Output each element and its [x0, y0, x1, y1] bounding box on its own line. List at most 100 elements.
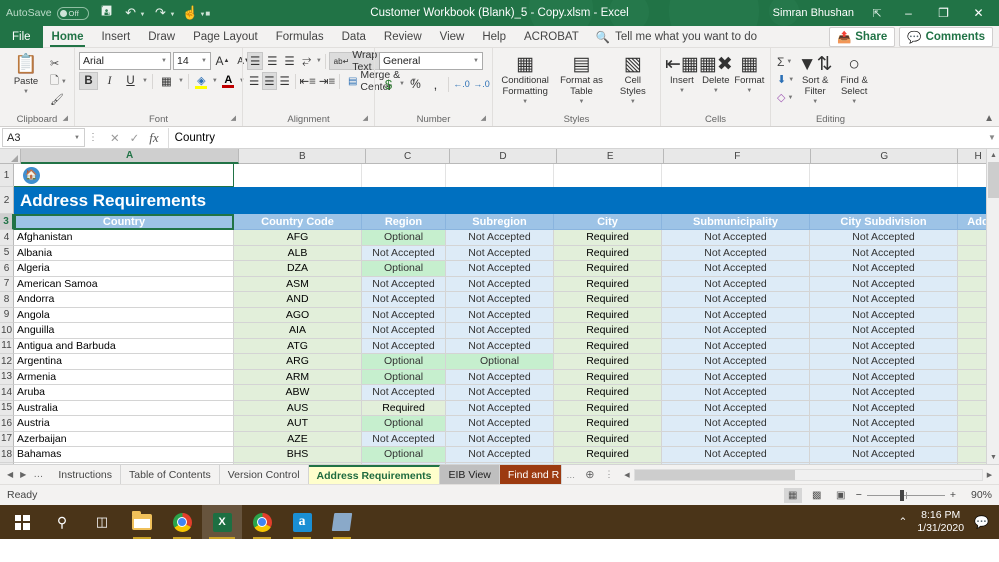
formula-input[interactable]: Country — [168, 128, 985, 148]
previous-sheet-icon[interactable]: ◀ — [7, 470, 13, 479]
cell-F2[interactable] — [662, 187, 810, 214]
vertical-scrollbar[interactable]: ▲ ▼ — [986, 149, 999, 464]
cell-E18[interactable]: Required — [554, 447, 662, 463]
cell-F14[interactable]: Not Accepted — [662, 385, 810, 401]
increase-indent-icon[interactable]: ⇥≡ — [318, 72, 336, 90]
cell-D15[interactable]: Not Accepted — [446, 401, 554, 417]
chevron-down-icon[interactable]: ▼ — [473, 58, 479, 64]
column-header-F[interactable]: F — [664, 149, 811, 164]
page-break-preview-icon[interactable]: ▣ — [832, 488, 850, 503]
cell-A11[interactable]: Antigua and Barbuda — [14, 339, 234, 355]
column-header-E[interactable]: E — [557, 149, 664, 164]
cell-E7[interactable]: Required — [554, 277, 662, 293]
cell-G2[interactable] — [810, 187, 958, 214]
align-bottom-icon[interactable]: ☰ — [281, 52, 297, 70]
cell-E13[interactable]: Required — [554, 370, 662, 386]
cell-D9[interactable]: Not Accepted — [446, 308, 554, 324]
cell-E17[interactable]: Required — [554, 432, 662, 448]
cell-E4[interactable]: Required — [554, 230, 662, 246]
cell-F18[interactable]: Not Accepted — [662, 447, 810, 463]
tab-data[interactable]: Data — [333, 26, 375, 48]
cell-F9[interactable]: Not Accepted — [662, 308, 810, 324]
cancel-formula-icon[interactable]: ✕ — [110, 131, 120, 145]
cell-D2[interactable] — [446, 187, 554, 214]
underline-dropdown-icon[interactable]: ▼ — [142, 78, 148, 84]
row-header-12[interactable]: 12 — [0, 354, 14, 370]
row-header-3[interactable]: 3 — [0, 214, 14, 230]
cell-F6[interactable]: Not Accepted — [662, 261, 810, 277]
tell-me-search[interactable]: 🔍 Tell me what you want to do — [588, 26, 765, 47]
cell-A6[interactable]: Algeria — [14, 261, 234, 277]
row-header-15[interactable]: 15 — [0, 401, 14, 417]
cell-E9[interactable]: Required — [554, 308, 662, 324]
cell-F12[interactable]: Not Accepted — [662, 354, 810, 370]
customize-qat-icon[interactable]: ■ — [205, 9, 210, 18]
cell-G4[interactable]: Not Accepted — [810, 230, 958, 246]
currency-button[interactable]: $ — [379, 75, 398, 93]
zoom-out-button[interactable]: − — [856, 489, 862, 501]
zoom-track[interactable] — [867, 495, 945, 496]
cell-F4[interactable]: Not Accepted — [662, 230, 810, 246]
increase-font-size-button[interactable]: A▲ — [213, 52, 232, 70]
cell-B2[interactable] — [234, 187, 362, 214]
insert-cells-button[interactable]: ⇤▦ Insert ▼ — [665, 52, 699, 97]
fill-button[interactable]: ⬇▼ — [775, 71, 796, 88]
cell-D19[interactable]: Not Accepted — [446, 463, 554, 465]
comma-button[interactable]: , — [426, 75, 445, 93]
chevron-down-icon[interactable]: ▼ — [786, 59, 792, 65]
cell-D3[interactable]: Subregion — [446, 214, 554, 230]
autosave-switch[interactable]: Off — [57, 7, 89, 20]
font-color-button[interactable]: A — [220, 74, 237, 88]
column-header-G[interactable]: G — [811, 149, 958, 164]
cell-D17[interactable]: Not Accepted — [446, 432, 554, 448]
cell-B3[interactable]: Country Code — [234, 214, 362, 230]
cell-E12[interactable]: Required — [554, 354, 662, 370]
row-header-8[interactable]: 8 — [0, 292, 14, 308]
cell-G10[interactable]: Not Accepted — [810, 323, 958, 339]
row-header-1[interactable]: 1 — [0, 164, 14, 187]
cell-G16[interactable]: Not Accepted — [810, 416, 958, 432]
next-sheet-icon[interactable]: ▶ — [20, 470, 26, 479]
cell-C6[interactable]: Optional — [362, 261, 446, 277]
align-left-icon[interactable]: ☰ — [247, 72, 261, 90]
currency-dropdown-icon[interactable]: ▼ — [399, 81, 405, 87]
touch-mode-icon[interactable]: ☝ — [179, 2, 201, 24]
chevron-down-icon[interactable]: ▼ — [679, 86, 685, 97]
autosave-toggle[interactable]: AutoSave Off — [6, 7, 89, 20]
chevron-down-icon[interactable]: ▼ — [787, 95, 793, 101]
cell-B9[interactable]: AGO — [234, 308, 362, 324]
cell-F1[interactable] — [662, 164, 810, 187]
cell-A16[interactable]: Austria — [14, 416, 234, 432]
cell-A14[interactable]: Aruba — [14, 385, 234, 401]
cell-D10[interactable]: Not Accepted — [446, 323, 554, 339]
cell-B17[interactable]: AZE — [234, 432, 362, 448]
cell-F13[interactable]: Not Accepted — [662, 370, 810, 386]
row-header-16[interactable]: 16 — [0, 416, 14, 432]
delete-cells-button[interactable]: ▦✖ Delete ▼ — [699, 52, 733, 97]
cell-C3[interactable]: Region — [362, 214, 446, 230]
cell-A9[interactable]: Angola — [14, 308, 234, 324]
vertical-scroll-thumb[interactable] — [988, 162, 999, 198]
conditional-formatting-button[interactable]: ▦ Conditional Formatting ▼ — [499, 52, 551, 108]
row-header-14[interactable]: 14 — [0, 385, 14, 401]
cell-D16[interactable]: Not Accepted — [446, 416, 554, 432]
cell-G17[interactable]: Not Accepted — [810, 432, 958, 448]
clipboard-dialog-launcher[interactable]: ◢ — [63, 112, 68, 125]
tab-help[interactable]: Help — [473, 26, 515, 48]
chrome-window-button[interactable] — [242, 505, 282, 539]
restore-button[interactable]: ❐ — [927, 0, 960, 26]
cell-D11[interactable]: Not Accepted — [446, 339, 554, 355]
cell-B6[interactable]: DZA — [234, 261, 362, 277]
cell-E16[interactable]: Required — [554, 416, 662, 432]
cell-F16[interactable]: Not Accepted — [662, 416, 810, 432]
row-header-7[interactable]: 7 — [0, 277, 14, 293]
fill-color-dropdown-icon[interactable]: ▼ — [212, 78, 218, 84]
cell-C18[interactable]: Optional — [362, 447, 446, 463]
cell-A3[interactable]: Country — [14, 214, 234, 230]
chevron-down-icon[interactable]: ▼ — [713, 86, 719, 97]
tab-split-handle[interactable]: ⋮ — [601, 465, 618, 484]
name-box[interactable]: A3 ▼ — [2, 128, 85, 147]
save-icon[interactable]: 🖪 — [96, 2, 118, 24]
row-header-5[interactable]: 5 — [0, 246, 14, 262]
cell-B10[interactable]: AIA — [234, 323, 362, 339]
